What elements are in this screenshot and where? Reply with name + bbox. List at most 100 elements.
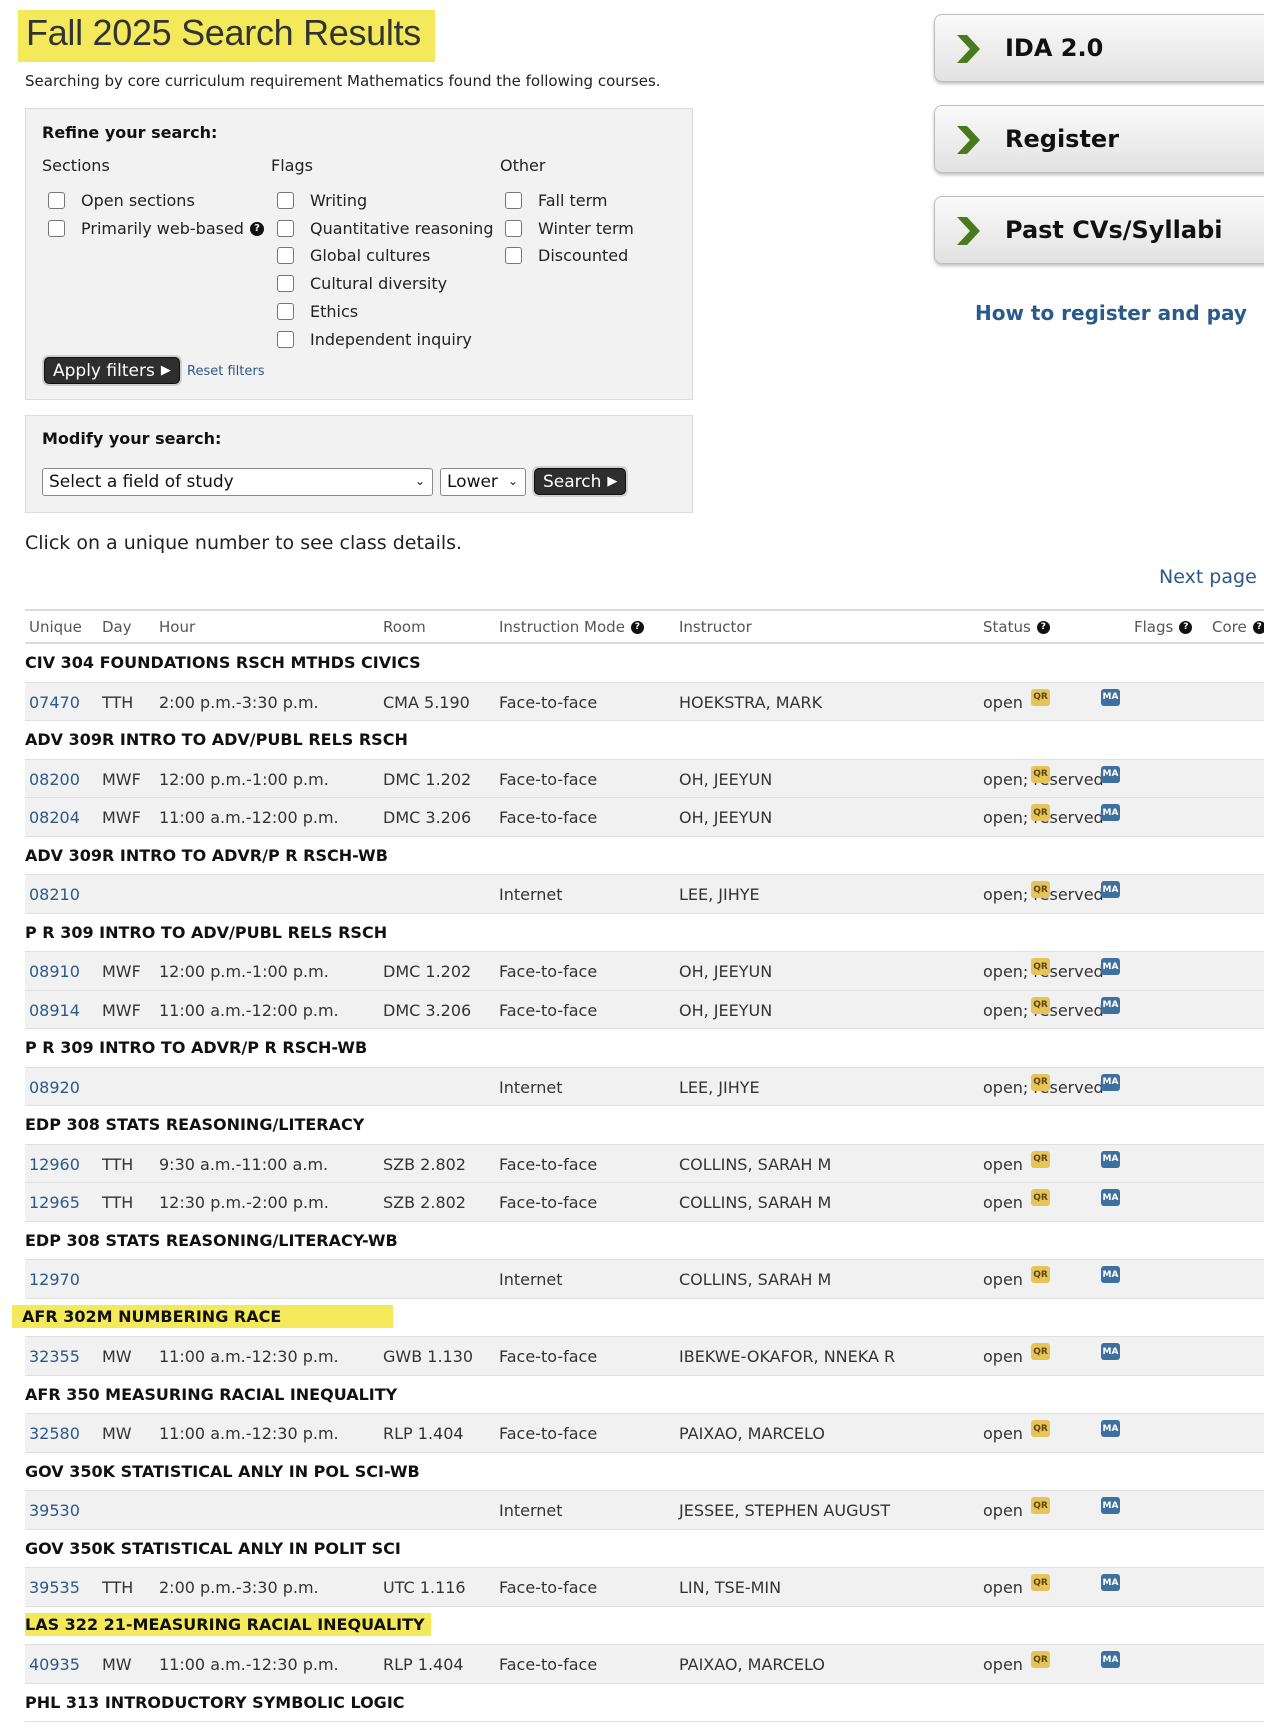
cell-instruction-mode: Face-to-face [499, 1424, 598, 1443]
col-instructor: Instructor [679, 618, 752, 636]
course-row: PHL 313 INTRODUCTORY SYMBOLIC LOGIC [25, 1684, 1264, 1722]
cell-room: GWB 1.130 [383, 1347, 474, 1366]
qr-flag-icon: QR [1031, 958, 1050, 975]
checkbox[interactable] [277, 220, 294, 237]
cell-unique[interactable]: 39535 [29, 1578, 80, 1597]
qr-flag-icon: QR [1031, 688, 1050, 706]
filter-web-based[interactable]: Primarily web-based ? [48, 219, 264, 238]
filter-open-sections[interactable]: Open sections [48, 191, 195, 210]
play-icon: ▶ [160, 363, 171, 378]
cell-unique[interactable]: 12960 [29, 1155, 80, 1174]
checkbox[interactable] [277, 275, 294, 292]
ida-button[interactable]: IDA 2.0 [934, 14, 1264, 82]
cell-unique[interactable]: 07470 [29, 693, 80, 712]
checkbox[interactable] [505, 192, 522, 209]
ma-core-icon: MA [1101, 1073, 1120, 1091]
cell-instruction-mode: Face-to-face [499, 1193, 598, 1212]
search-button[interactable]: Search ▶ [534, 468, 627, 495]
help-icon[interactable]: ? [630, 620, 644, 634]
help-icon[interactable]: ? [1179, 620, 1193, 634]
course-row: AFR 302M NUMBERING RACE [12, 1299, 1264, 1337]
cell-instructor: COLLINS, SARAH M [679, 1154, 832, 1174]
checkbox[interactable] [277, 192, 294, 209]
help-icon[interactable]: ? [1252, 620, 1264, 634]
chevron-right-icon [957, 35, 980, 63]
qr-flag-icon: QR [1031, 804, 1050, 821]
apply-filters-button[interactable]: Apply filters ▶ [44, 357, 180, 384]
checkbox[interactable] [277, 331, 294, 348]
cell-unique[interactable]: 32355 [29, 1347, 80, 1366]
cell-unique[interactable]: 39530 [29, 1501, 80, 1520]
refine-search-panel: Refine your search: Sections Flags Other… [25, 108, 693, 400]
cell-unique[interactable]: 08210 [29, 885, 80, 904]
cell-unique[interactable]: 12970 [29, 1270, 80, 1289]
cell-unique[interactable]: 12965 [29, 1193, 80, 1212]
field-of-study-select[interactable]: Select a field of study ⌄ [42, 468, 433, 496]
course-title: GOV 350K STATISTICAL ANLY IN POLIT SCI [25, 1538, 401, 1558]
course-row: GOV 350K STATISTICAL ANLY IN POL SCI-WB [25, 1453, 1264, 1491]
cell-unique[interactable]: 40935 [29, 1655, 80, 1674]
filter-global-cultures[interactable]: Global cultures [277, 246, 430, 265]
course-title: GOV 350K STATISTICAL ANLY IN POL SCI-WB [25, 1461, 420, 1481]
course-title: PHL 313 INTRODUCTORY SYMBOLIC LOGIC [25, 1692, 405, 1712]
cell-instructor: COLLINS, SARAH M [679, 1193, 832, 1212]
filter-winter-term[interactable]: Winter term [505, 219, 634, 238]
cell-instruction-mode: Face-to-face [499, 692, 598, 712]
cell-day: MWF [102, 808, 141, 827]
level-select[interactable]: Lower ⌄ [440, 468, 526, 496]
course-row: CIV 304 FOUNDATIONS RSCH MTHDS CIVICS [25, 644, 1264, 683]
table-row: 08200 MWF 12:00 p.m.-1:00 p.m. DMC 1.202 Fac… [25, 759, 1264, 798]
qr-flag-icon: QR [1031, 1189, 1050, 1206]
cell-status: open [983, 1578, 1023, 1597]
cell-hour: 12:30 p.m.-2:00 p.m. [159, 1193, 329, 1212]
table-row: 08210 Internet LEE, JIHYE open; reserved QR M… [25, 875, 1264, 914]
cell-unique[interactable]: 32580 [29, 1424, 80, 1443]
table-body: CIV 304 FOUNDATIONS RSCH MTHDS CIVICS 074… [12, 644, 1264, 1722]
cell-instruction-mode: Face-to-face [499, 1000, 598, 1020]
modify-title: Modify your search: [42, 429, 222, 448]
cell-instruction-mode: Internet [499, 1501, 563, 1520]
cell-unique[interactable]: 08204 [29, 808, 80, 827]
course-title: P R 309 INTRO TO ADVR/P R RSCH-WB [25, 1038, 368, 1057]
ma-core-icon: MA [1101, 1574, 1120, 1591]
checkbox[interactable] [48, 192, 65, 209]
past-cvs-syllabi-button[interactable]: Past CVs/Syllabi [934, 196, 1264, 264]
checkbox[interactable] [48, 220, 65, 237]
how-to-register-link[interactable]: How to register and pay [975, 301, 1247, 325]
cell-instruction-mode: Face-to-face [499, 1578, 598, 1597]
cell-unique[interactable]: 08200 [29, 770, 80, 789]
checkbox[interactable] [277, 303, 294, 320]
filter-discounted[interactable]: Discounted [505, 246, 628, 265]
course-title: P R 309 INTRO TO ADV/PUBL RELS RSCH [25, 922, 388, 942]
cell-unique[interactable]: 08914 [29, 1001, 80, 1020]
filter-writing[interactable]: Writing [277, 191, 367, 210]
cell-hour: 11:00 a.m.-12:30 p.m. [159, 1424, 339, 1443]
filter-fall-term[interactable]: Fall term [505, 191, 608, 210]
sections-heading: Sections [42, 156, 110, 175]
cell-day: TTH [102, 1193, 134, 1212]
cell-status: open [983, 1270, 1023, 1289]
cell-day: MW [102, 1424, 132, 1443]
table-row: 32580 MW 11:00 a.m.-12:30 p.m. RLP 1.404 Fac… [25, 1414, 1264, 1453]
register-button[interactable]: Register [934, 105, 1264, 173]
help-icon[interactable]: ? [249, 221, 264, 236]
cell-unique[interactable]: 08920 [29, 1078, 80, 1097]
next-page-link[interactable]: Next page [1159, 566, 1257, 588]
filter-ethics[interactable]: Ethics [277, 302, 358, 321]
checkbox[interactable] [277, 247, 294, 264]
cell-instructor: COLLINS, SARAH M [679, 1270, 832, 1289]
cell-instruction-mode: Face-to-face [499, 1655, 598, 1674]
cell-hour: 12:00 p.m.-1:00 p.m. [159, 769, 329, 789]
cell-day: TTH [102, 1578, 134, 1597]
chevron-right-icon [957, 126, 980, 154]
filter-independent-inquiry[interactable]: Independent inquiry [277, 330, 472, 349]
checkbox[interactable] [505, 247, 522, 264]
course-title: LAS 322 21-MEASURING RACIAL INEQUALITY [25, 1612, 431, 1636]
filter-quantitative-reasoning[interactable]: Quantitative reasoning [277, 219, 493, 238]
reset-filters-link[interactable]: Reset filters [187, 364, 264, 379]
help-icon[interactable]: ? [1036, 620, 1050, 634]
filter-cultural-diversity[interactable]: Cultural diversity [277, 274, 447, 293]
checkbox[interactable] [505, 220, 522, 237]
cell-unique[interactable]: 08910 [29, 962, 80, 981]
cell-day: MW [102, 1347, 132, 1366]
